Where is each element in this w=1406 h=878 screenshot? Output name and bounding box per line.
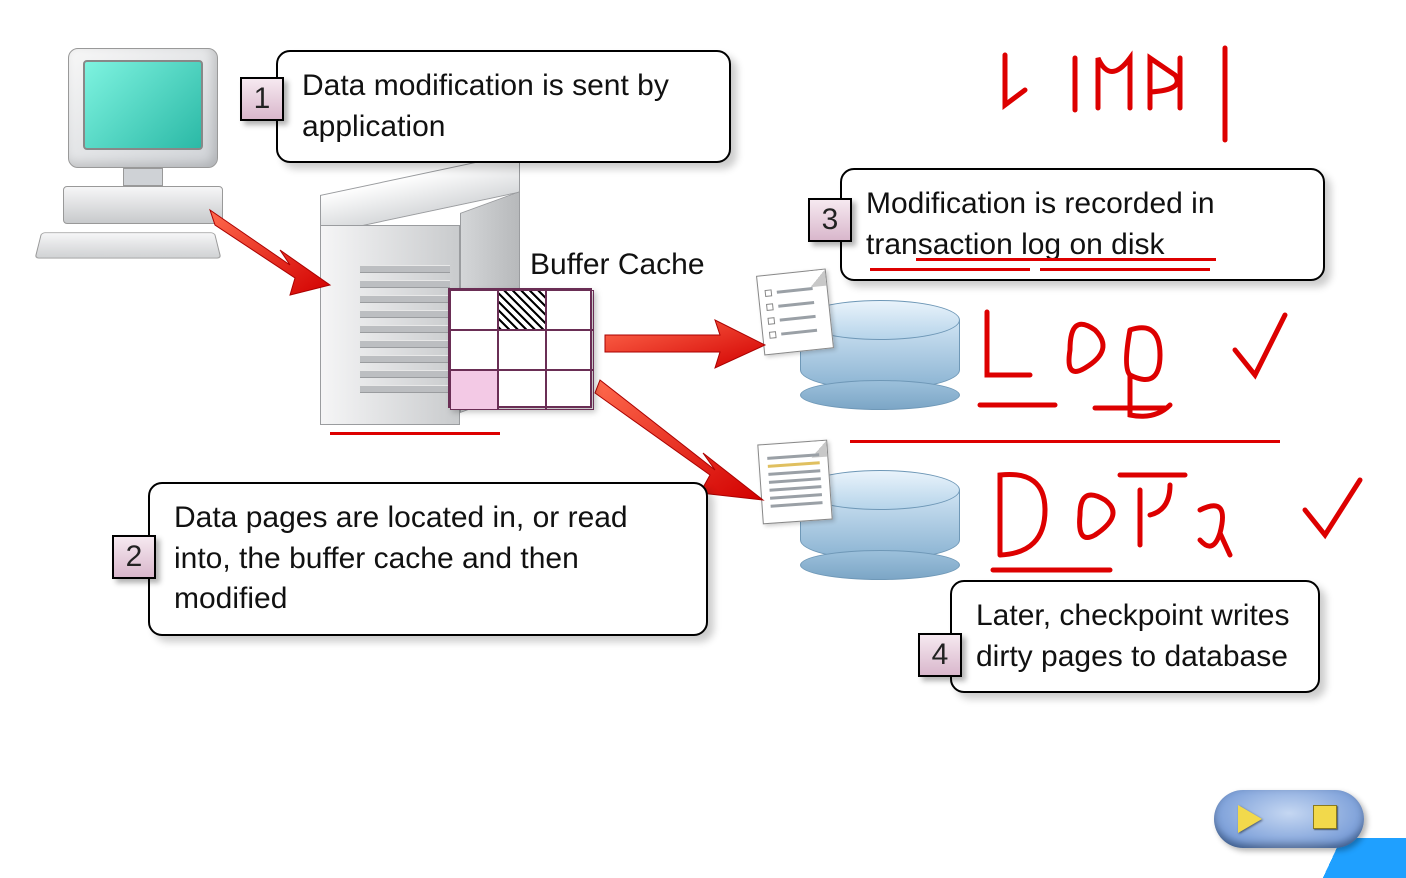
step-badge-1: 1 [240, 77, 284, 121]
play-button[interactable] [1238, 805, 1266, 833]
underline-step3b [870, 268, 1030, 271]
underline-server [330, 432, 500, 435]
annotation-log [975, 300, 1315, 430]
step-callout-2: Data pages are located in, or read into,… [148, 482, 708, 636]
step-text-1: Data modification is sent by application [302, 69, 669, 143]
disk-data-icon [800, 470, 960, 580]
step-text-3: Modification is recorded in transaction … [866, 187, 1215, 261]
underline-step3a [916, 258, 1216, 261]
annotation-top [990, 40, 1270, 160]
step-callout-1: Data modification is sent by application [276, 50, 731, 163]
step-text-2: Data pages are located in, or read into,… [174, 501, 628, 615]
step-callout-3: Modification is recorded in transaction … [840, 168, 1325, 281]
playback-controls [1214, 790, 1364, 848]
play-icon [1238, 805, 1262, 833]
step-num-4: 4 [932, 638, 949, 672]
step-callout-4: Later, checkpoint writes dirty pages to … [950, 580, 1320, 693]
diagram-canvas: 1 Data modification is sent by applicati… [0, 0, 1406, 878]
buffer-cache-grid [448, 288, 592, 408]
step-badge-3: 3 [808, 198, 852, 242]
buffer-cache-label: Buffer Cache [530, 248, 705, 282]
underline-log [850, 440, 1280, 443]
step-num-1: 1 [254, 82, 271, 116]
arrow-2 [600, 310, 770, 380]
disk-log-icon [800, 300, 960, 410]
arrow-1 [200, 200, 340, 300]
step-badge-4: 4 [918, 633, 962, 677]
dirty-page-cell [498, 290, 546, 330]
stop-icon [1313, 805, 1337, 829]
step-num-2: 2 [126, 540, 143, 574]
step-text-4: Later, checkpoint writes dirty pages to … [976, 599, 1290, 673]
stop-button[interactable] [1313, 805, 1341, 833]
underline-step3c [1040, 268, 1210, 271]
modified-page-cell [450, 370, 498, 410]
step-num-3: 3 [822, 203, 839, 237]
step-badge-2: 2 [112, 535, 156, 579]
annotation-data [985, 455, 1375, 585]
